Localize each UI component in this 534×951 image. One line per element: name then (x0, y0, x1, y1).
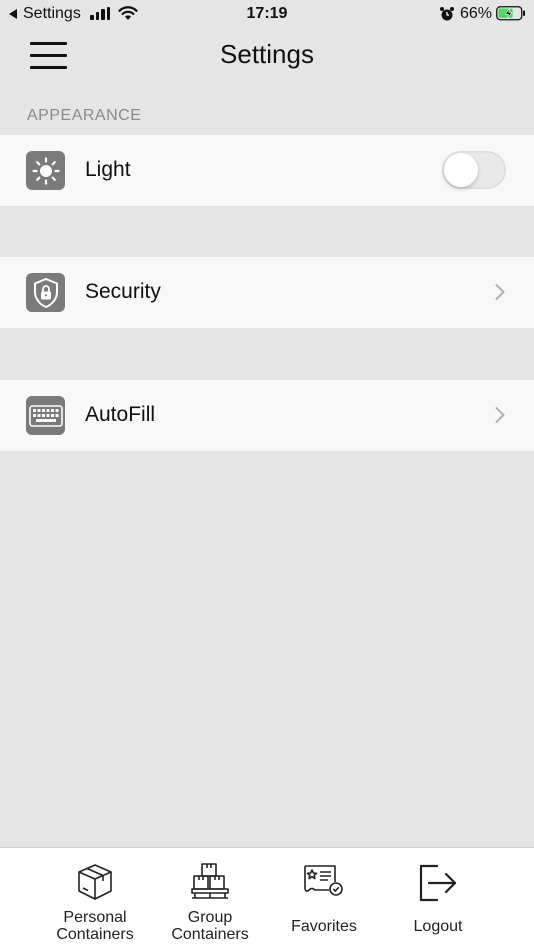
tab-label-personal: Personal (63, 909, 127, 926)
shield-lock-icon (26, 273, 65, 312)
light-mode-toggle[interactable] (442, 151, 506, 189)
favorite-document-icon (304, 865, 343, 896)
battery-charging-icon (496, 6, 525, 21)
logout-icon (419, 864, 457, 902)
toggle-knob (444, 153, 478, 187)
package-box-icon (78, 864, 112, 900)
sun-icon (26, 151, 65, 190)
tab-label-containers: Containers (171, 926, 249, 943)
chevron-right-icon (495, 407, 505, 423)
autofill-label: AutoFill (85, 403, 156, 426)
tab-group-containers[interactable]: Group Containers (153, 848, 267, 951)
status-bar: Settings 17:19 66% (0, 0, 534, 28)
tab-personal-containers[interactable]: Personal Containers (38, 848, 152, 951)
navigation-bar: Settings (0, 28, 534, 82)
tab-favorites[interactable]: Favorites (267, 848, 381, 951)
security-label: Security (85, 280, 161, 303)
light-mode-label: Light (85, 158, 131, 181)
tab-label-favorites: Favorites (291, 918, 357, 935)
tab-label-group: Group (187, 909, 233, 926)
page-title: Settings (220, 39, 314, 69)
alarm-icon (440, 7, 454, 21)
tab-label-containers: Containers (56, 926, 134, 943)
chevron-right-icon (495, 284, 505, 300)
section-header-appearance: APPEARANCE (27, 107, 142, 124)
settings-row-autofill[interactable]: AutoFill (0, 380, 534, 451)
settings-row-light: Light (0, 135, 534, 206)
keyboard-icon (26, 396, 65, 435)
bottom-tab-bar: Personal Containers Group Containers Fav… (0, 847, 534, 951)
settings-row-security[interactable]: Security (0, 257, 534, 328)
stacked-boxes-icon (191, 863, 229, 899)
tab-logout[interactable]: Logout (381, 848, 495, 951)
battery-percentage: 66% (460, 5, 493, 22)
tab-label-logout: Logout (413, 918, 463, 935)
